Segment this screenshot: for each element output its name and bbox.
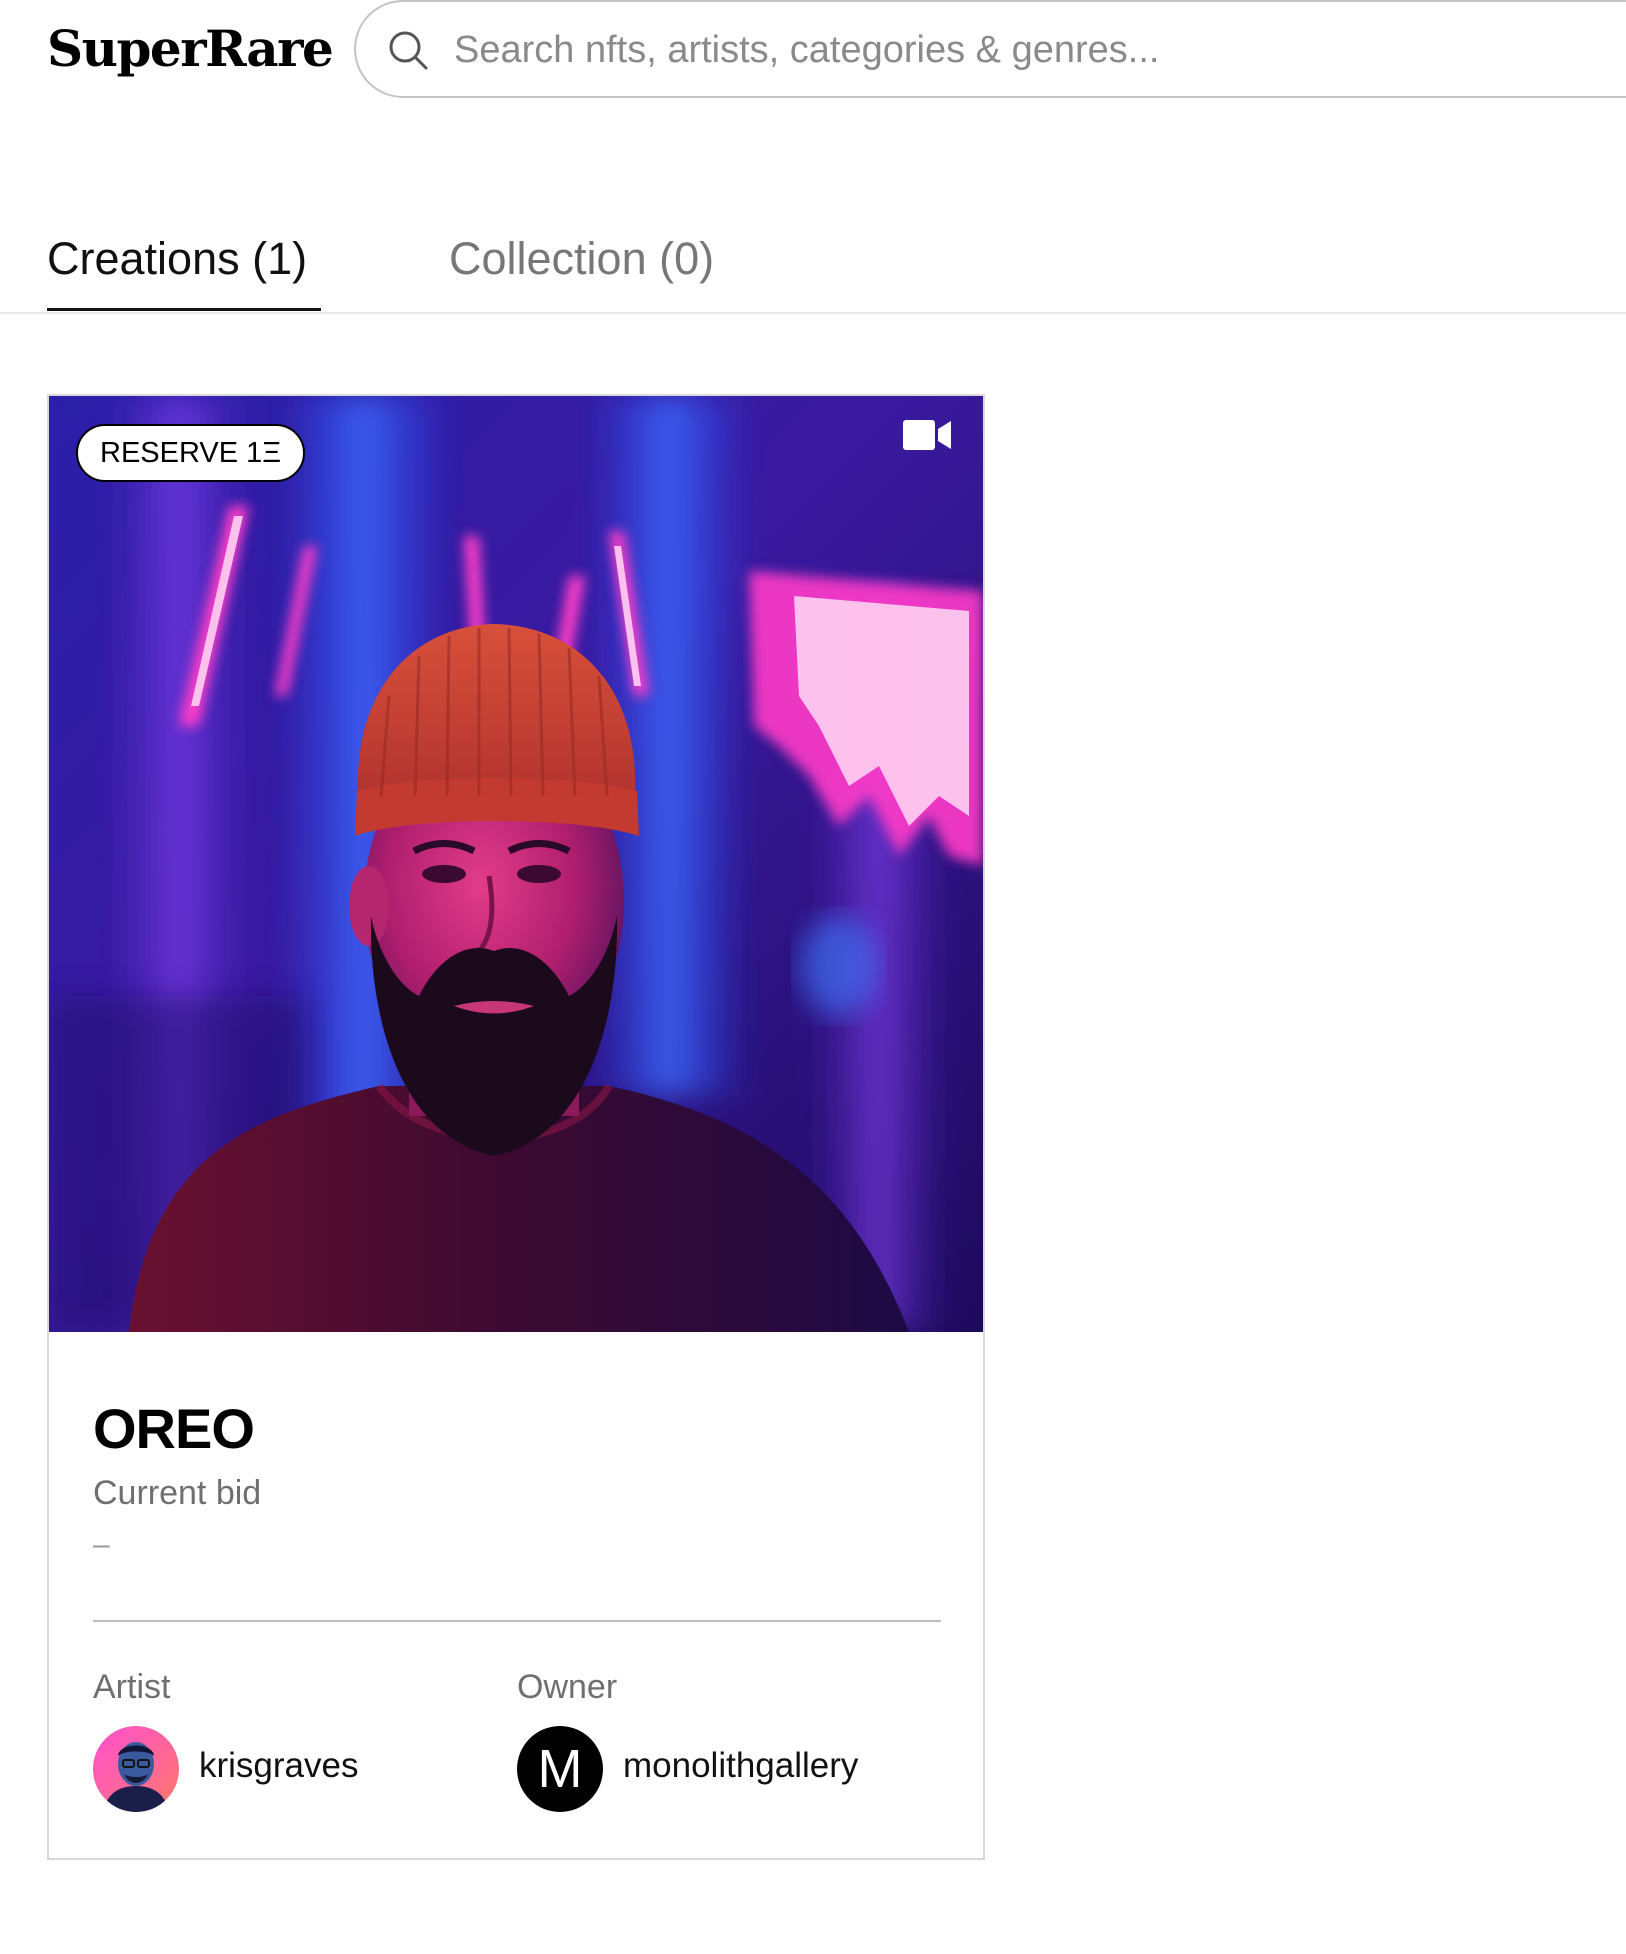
search-input[interactable] — [454, 20, 1454, 80]
owner-avatar[interactable]: M — [517, 1726, 603, 1812]
artwork-title[interactable]: OREO — [93, 1396, 255, 1461]
owner-label: Owner — [517, 1668, 618, 1706]
card-divider — [93, 1620, 941, 1622]
artwork-portrait — [49, 396, 983, 1332]
current-bid-label: Current bid — [93, 1474, 262, 1512]
tab-collection[interactable]: Collection (0) — [449, 230, 714, 288]
active-tab-indicator — [47, 308, 321, 311]
artist-label: Artist — [93, 1668, 171, 1706]
superrare-logo[interactable]: SuperRare — [47, 14, 334, 84]
profile-tabs: Creations (1) Collection (0) — [0, 220, 1626, 314]
owner-username[interactable]: monolithgallery — [623, 1746, 858, 1786]
tab-creations[interactable]: Creations (1) — [47, 230, 307, 288]
artwork-image[interactable]: RESERVE 1Ξ — [49, 396, 983, 1332]
artist-username[interactable]: krisgraves — [199, 1746, 358, 1786]
search-bar[interactable] — [354, 0, 1626, 98]
artist-avatar-image — [93, 1726, 179, 1812]
video-camera-icon — [903, 420, 951, 450]
artist-avatar[interactable] — [93, 1726, 179, 1812]
current-bid-value: – — [93, 1528, 110, 1561]
search-icon — [389, 31, 428, 70]
reserve-price-badge: RESERVE 1Ξ — [76, 424, 306, 482]
nft-card[interactable]: RESERVE 1Ξ OREO Current bid – Artist Own… — [47, 394, 985, 1860]
